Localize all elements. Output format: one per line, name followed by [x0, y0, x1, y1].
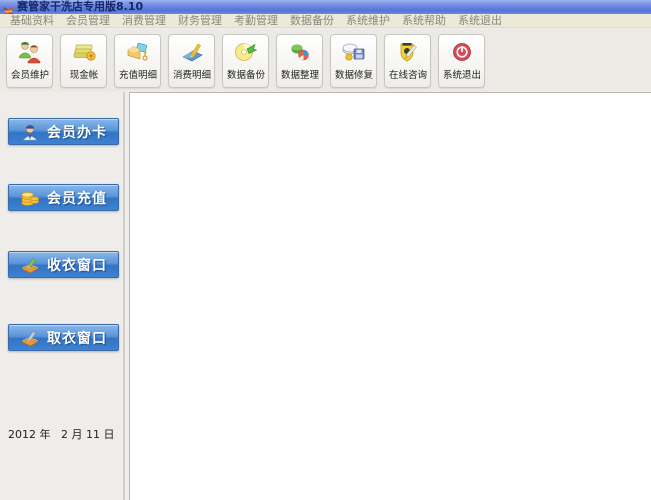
toolbar-button-online-consult[interactable]: 在线咨询: [384, 33, 431, 88]
sidebar-button-label: 会员办卡: [47, 124, 107, 141]
members-icon: [17, 40, 43, 64]
sidebar-button-receive-clothes[interactable]: 收衣窗口: [8, 251, 119, 278]
toolbar-button-consume-detail[interactable]: 消费明细: [168, 33, 215, 88]
toolbar: 会员维护 ¥ 现金帐 充值明细 消费明细 数据备份 数据整理 数据修复 在线咨询…: [0, 29, 651, 92]
sidebar-button-label: 会员充值: [47, 190, 107, 207]
online-consult-icon: [395, 40, 421, 64]
toolbar-button-member-maintain[interactable]: 会员维护: [6, 33, 53, 88]
body-area: 会员办卡 会员充值 收衣窗口 取衣窗口 2012 年 2 月 11 日: [0, 92, 651, 500]
menu-item-member-mgmt[interactable]: 会员管理: [60, 14, 116, 28]
toolbar-button-data-repair[interactable]: 数据修复: [330, 33, 377, 88]
sidebar-button-label: 收衣窗口: [47, 257, 107, 274]
menu-item-data-backup[interactable]: 数据备份: [284, 14, 340, 28]
toolbar-button-label: 会员维护: [10, 70, 49, 81]
menubar: 基础资料 会员管理 消费管理 财务管理 考勤管理 数据备份 系统维护 系统帮助 …: [0, 14, 651, 28]
titlebar: 赛管家干洗店专用版8.10: [0, 0, 651, 16]
svg-text:¥: ¥: [89, 53, 93, 60]
menu-item-system-help[interactable]: 系统帮助: [396, 14, 452, 28]
toolbar-button-cash-book[interactable]: ¥ 现金帐: [60, 33, 107, 88]
recharge-detail-icon: [125, 40, 151, 64]
sidebar: 会员办卡 会员充值 收衣窗口 取衣窗口 2012 年 2 月 11 日: [0, 92, 125, 500]
toolbar-button-recharge-detail[interactable]: 充值明细: [114, 33, 161, 88]
toolbar-button-data-organize[interactable]: 数据整理: [276, 33, 323, 88]
sidebar-button-label: 取衣窗口: [47, 330, 107, 347]
sidebar-button-member-card[interactable]: 会员办卡: [8, 118, 119, 145]
toolbar-button-label: 充值明细: [118, 70, 157, 81]
system-exit-icon: [449, 40, 475, 64]
menu-item-attendance-mgmt[interactable]: 考勤管理: [228, 14, 284, 28]
member-card-icon: [20, 122, 40, 142]
toolbar-button-label: 现金帐: [69, 70, 98, 81]
app-logo-icon: [3, 2, 14, 16]
consume-detail-icon: [179, 40, 205, 64]
pickup-clothes-icon: [20, 328, 40, 348]
window-title: 赛管家干洗店专用版8.10: [17, 0, 144, 13]
data-backup-icon: [233, 40, 259, 64]
toolbar-button-label: 数据修复: [334, 70, 373, 81]
menu-item-system-exit[interactable]: 系统退出: [452, 14, 508, 28]
menu-item-consume-mgmt[interactable]: 消费管理: [116, 14, 172, 28]
menu-item-basic-data[interactable]: 基础资料: [4, 14, 60, 28]
sidebar-button-member-recharge[interactable]: 会员充值: [8, 184, 119, 211]
toolbar-button-label: 数据备份: [226, 70, 265, 81]
toolbar-button-label: 消费明细: [172, 70, 211, 81]
receive-clothes-icon: [20, 255, 40, 275]
toolbar-button-label: 数据整理: [280, 70, 319, 81]
menu-item-finance-mgmt[interactable]: 财务管理: [172, 14, 228, 28]
data-organize-icon: [287, 40, 313, 64]
toolbar-button-label: 系统退出: [442, 70, 481, 81]
date-label: 2012 年 2 月 11 日: [8, 428, 115, 441]
toolbar-button-system-exit[interactable]: 系统退出: [438, 33, 485, 88]
app-window: 赛管家干洗店专用版8.10 基础资料 会员管理 消费管理 财务管理 考勤管理 数…: [0, 0, 651, 500]
cash-icon: ¥: [71, 40, 97, 64]
data-repair-icon: [341, 40, 367, 64]
sidebar-button-pickup-clothes[interactable]: 取衣窗口: [8, 324, 119, 351]
toolbar-button-data-backup[interactable]: 数据备份: [222, 33, 269, 88]
toolbar-button-label: 在线咨询: [388, 70, 427, 81]
menu-item-system-maintain[interactable]: 系统维护: [340, 14, 396, 28]
member-recharge-icon: [20, 188, 40, 208]
main-work-area: [129, 92, 651, 500]
